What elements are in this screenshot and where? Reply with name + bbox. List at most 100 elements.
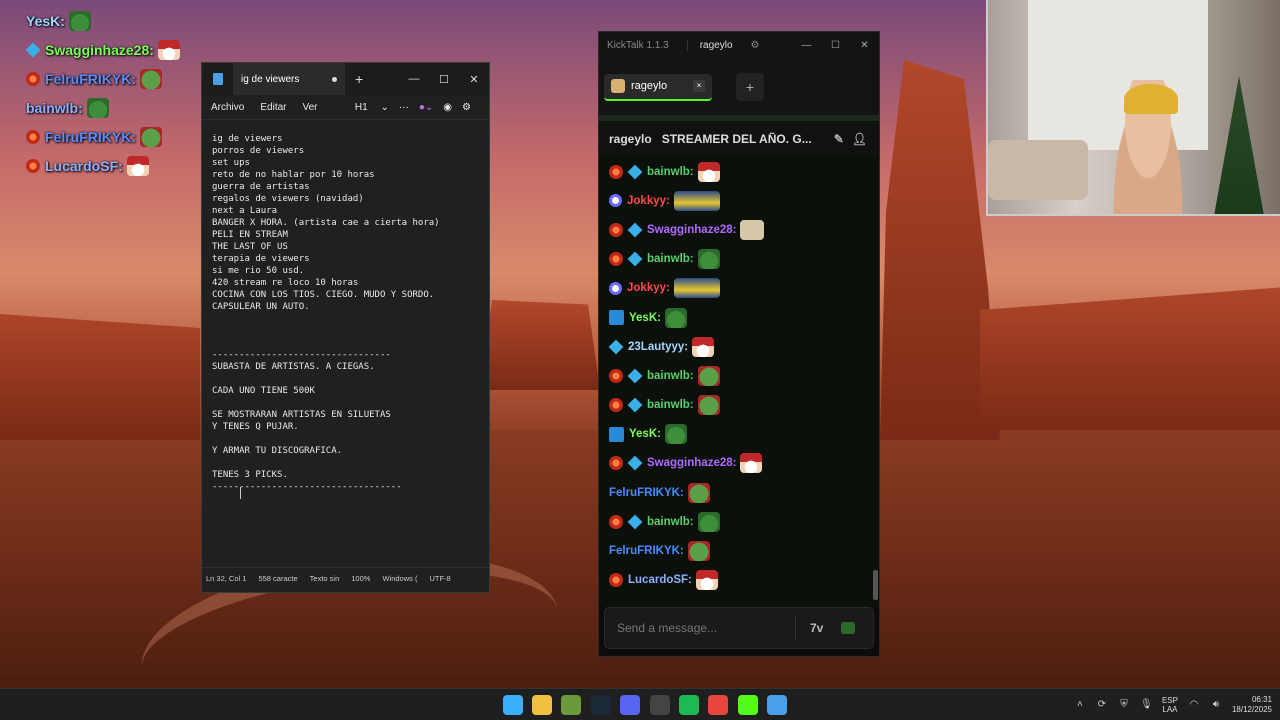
minimize-icon[interactable]: — [399,73,429,86]
minimize-icon[interactable]: — [792,40,821,51]
cube-badge-icon [627,222,643,238]
unsaved-dot-icon[interactable] [332,76,337,82]
more-options[interactable]: ··· [399,102,409,113]
steam-icon[interactable] [590,694,611,715]
close-icon[interactable]: ✕ [850,40,879,51]
chat-scrollbar[interactable] [873,570,878,600]
chat-message[interactable]: YesK: [609,420,879,449]
file-explorer-icon[interactable] [532,694,553,715]
status-encoding[interactable]: UTF-8 [429,574,450,583]
chrome-icon[interactable] [708,694,729,715]
user-icon[interactable]: 👤︎ [852,132,867,146]
chat-username[interactable]: Jokkyy: [627,282,670,294]
notepad-text-area[interactable]: ig de viewers porros de viewers set ups … [202,119,489,567]
chat-messages[interactable]: bainwlb: Jokkyy: Swagginhaze28: bainwlb: Jok… [599,157,879,607]
menu-ver[interactable]: Ver [302,102,317,113]
maximize-icon[interactable]: ☐ [429,73,459,86]
wifi-icon[interactable]: ◠ [1188,699,1200,711]
notepad-titlebar[interactable]: ig de viewers + — ☐ ✕ [202,63,489,95]
chat-username[interactable]: FelruFRIKYK: [609,487,684,499]
emote-icon [140,126,162,147]
chat-message[interactable]: bainwlb: [609,507,879,536]
tab-rageylo[interactable]: rageylo × [604,73,712,101]
copilot-icon[interactable]: ●⌄ [419,102,433,113]
notepad-icon[interactable] [767,694,788,715]
chat-username[interactable]: 23Lautyyy: [628,341,688,353]
chat-message[interactable]: bainwlb: [609,245,879,274]
menu-archivo[interactable]: Archivo [211,102,244,113]
chat-message[interactable]: LucardoSF: [609,566,879,595]
maximize-icon[interactable]: ☐ [821,40,850,51]
language-indicator[interactable]: ESP LAA [1162,696,1178,714]
chat-message[interactable]: FelruFRIKYK: [609,536,879,565]
pin-icon[interactable]: ✎ [834,132,844,146]
tab-close-icon[interactable]: × [693,80,705,92]
current-user[interactable]: rageylo [686,40,733,51]
status-line-endings[interactable]: Windows ( [382,574,417,583]
chat-message[interactable]: bainwlb: [609,361,879,390]
settings-gear-icon[interactable]: ⚙ [751,40,760,51]
settings-gear-icon[interactable]: ⚙ [462,102,471,113]
chat-username[interactable]: LucardoSF: [628,574,692,586]
seventv-emote-button[interactable]: 7v [810,621,823,635]
volume-icon[interactable]: 🔊︎ [1210,699,1222,711]
shield-icon[interactable]: ⛨ [1118,699,1130,711]
frog-emote-icon [664,424,687,445]
sync-icon[interactable]: ⟳ [1096,699,1108,711]
mic-icon[interactable]: 🎙︎ [1140,699,1153,711]
chat-username[interactable]: bainwlb: [647,516,694,528]
chat-username[interactable]: Jokkyy: [627,195,670,207]
sub-badge-icon [26,129,40,144]
overlay-username: LucardoSF: [45,157,123,174]
spotify-icon[interactable] [678,694,699,715]
red-badge-icon [609,222,623,237]
frog-emote-icon [697,249,720,270]
windows-start-icon[interactable] [502,694,523,715]
chat-header: rageylo STREAMER DEL AÑO. G... ✎ 👤︎ [599,115,879,157]
account-icon[interactable]: ◉ [443,102,452,113]
message-input[interactable] [617,621,787,635]
discord-icon[interactable] [620,694,641,715]
add-tab-button[interactable]: + [736,73,764,101]
new-tab-icon[interactable]: + [355,71,363,87]
chat-username[interactable]: YesK: [629,428,661,440]
chat-username[interactable]: YesK: [629,312,661,324]
menu-editar[interactable]: Editar [260,102,286,113]
close-icon[interactable]: ✕ [459,73,489,86]
obs-icon[interactable] [649,694,670,715]
emote-icon [126,155,149,176]
emote-picker-icon[interactable] [841,622,856,634]
system-tray: ˄ ⟳ ⛨ 🎙︎ ESP LAA ◠ 🔊︎ 06:31 18/12/2025 [1074,695,1272,715]
chat-username[interactable]: bainwlb: [647,253,694,265]
status-zoom[interactable]: 100% [351,574,370,583]
pepe-emote-icon [687,482,710,503]
status-format[interactable]: Texto sin [310,574,340,583]
chat-message[interactable]: bainwlb: [609,157,879,186]
chat-username[interactable]: Swagginhaze28: [647,457,736,469]
kick-icon[interactable] [737,694,758,715]
chat-username[interactable]: bainwlb: [647,166,694,178]
chat-message[interactable]: YesK: [609,303,879,332]
chat-message[interactable]: Jokkyy: [609,274,879,303]
chat-message[interactable]: Jokkyy: [609,186,879,215]
chat-message[interactable]: Swagginhaze28: [609,449,879,478]
channel-name[interactable]: rageylo [609,132,652,146]
chat-username[interactable]: Swagginhaze28: [647,224,736,236]
overlay-chat-row: bainwlb: [26,93,226,122]
red-badge-icon [609,164,623,179]
chat-message[interactable]: bainwlb: [609,391,879,420]
kicktalk-titlebar[interactable]: KickTalk 1.1.3 rageylo ⚙ — ☐ ✕ [599,32,879,59]
tab-label: rageylo [631,80,668,92]
heading-select[interactable]: H1 ⌄ [355,102,389,113]
chat-username[interactable]: bainwlb: [647,370,694,382]
minecraft-icon[interactable] [561,694,582,715]
chat-username[interactable]: FelruFRIKYK: [609,545,684,557]
chat-message[interactable]: Swagginhaze28: [609,215,879,244]
chat-username[interactable]: bainwlb: [647,399,694,411]
notepad-tab[interactable]: ig de viewers [233,63,345,95]
chevron-up-icon[interactable]: ˄ [1074,699,1086,711]
chat-message[interactable]: 23Lautyyy: [608,332,879,361]
santa-emote-icon [692,336,715,357]
chat-message[interactable]: FelruFRIKYK: [609,478,879,507]
clock[interactable]: 06:31 18/12/2025 [1232,695,1272,715]
